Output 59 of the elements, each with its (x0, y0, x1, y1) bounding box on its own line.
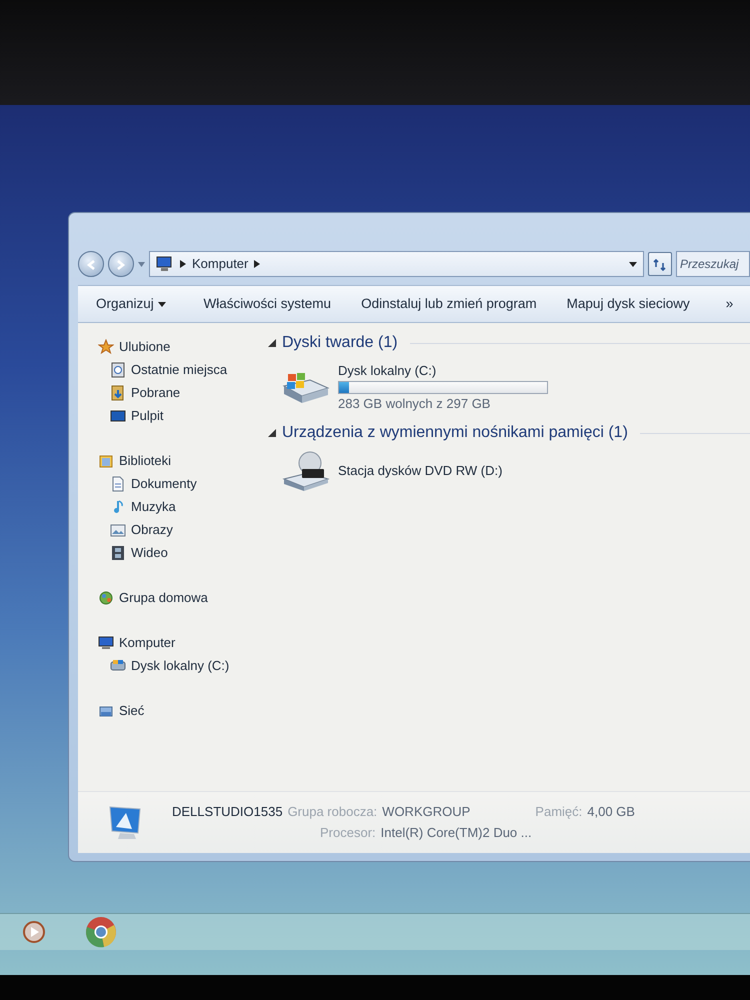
refresh-button[interactable] (648, 252, 672, 276)
free-space-text: 283 GB wolnych z 297 GB (338, 394, 492, 413)
nav-item[interactable]: Pobrane (98, 381, 260, 404)
address-bar[interactable]: Komputer (149, 251, 644, 277)
field-label: Grupa robocza: (288, 804, 378, 820)
toolbar-button[interactable]: Mapuj dysk sieciowy (558, 290, 698, 318)
clock-icon (110, 362, 126, 378)
library-icon (98, 452, 114, 468)
nav-item[interactable]: Ostatnie miejsca (98, 358, 260, 381)
download-folder-icon (110, 384, 126, 400)
collapse-triangle-icon[interactable] (268, 429, 276, 437)
film-icon (110, 544, 126, 560)
nav-item[interactable]: Obrazy (98, 518, 260, 541)
nav-item[interactable]: Wideo (98, 541, 260, 564)
star-icon (98, 338, 114, 354)
nav-item[interactable]: Sieć (98, 699, 260, 722)
computer-name: DELLSTUDIO1535 (172, 804, 283, 820)
field-label: Pamięć: (535, 804, 582, 820)
breadcrumb-arrow-icon (180, 260, 186, 268)
nav-item[interactable]: Biblioteki (98, 449, 260, 472)
back-button[interactable] (78, 251, 104, 277)
nav-item[interactable]: Ulubione (98, 335, 260, 358)
computer-icon (98, 634, 114, 650)
document-icon (110, 476, 126, 492)
nav-item[interactable]: Komputer (98, 631, 260, 654)
nav-item[interactable]: Dokumenty (98, 472, 260, 495)
toolbar-button[interactable]: Właściwości systemu (196, 290, 340, 318)
breadcrumb-item[interactable]: Komputer (192, 254, 248, 274)
refresh-arrows-icon (653, 258, 667, 272)
field-value: WORKGROUP (382, 804, 470, 820)
field-value: Intel(R) Core(TM)2 Duo ... (380, 824, 532, 842)
breadcrumb-arrow-icon (254, 260, 260, 268)
browser-icon[interactable] (84, 915, 118, 949)
field-label: Procesor: (320, 824, 376, 842)
nav-item[interactable]: Grupa domowa (98, 586, 260, 609)
drive-name[interactable]: Dysk lokalny (C:) (338, 361, 548, 380)
section-header[interactable]: Urządzenia z wymiennymi nośnikami pamięci (1) (268, 421, 750, 445)
caret-icon (158, 302, 166, 307)
monitor-icon (110, 408, 126, 424)
nav-item[interactable]: Muzyka (98, 495, 260, 518)
more-button[interactable]: » (718, 290, 742, 318)
homegroup-icon (98, 590, 114, 606)
toolbar-button[interactable]: Odinstaluj lub zmień program (353, 290, 545, 318)
drive-name[interactable]: Stacja dysków DVD RW (D:) (338, 461, 502, 481)
dvd-drive-icon (280, 451, 330, 491)
hard-drive-icon (280, 370, 330, 404)
search-field[interactable]: Przeszukaj (676, 251, 750, 277)
media-player-icon[interactable] (22, 920, 46, 944)
dropdown-caret-icon[interactable] (629, 262, 637, 266)
collapse-triangle-icon[interactable] (268, 339, 276, 347)
nav-item[interactable]: Dysk lokalny (C:) (98, 654, 260, 677)
field-value: 4,00 GB (587, 804, 635, 820)
nav-item[interactable]: Pulpit (98, 404, 260, 427)
drive-icon (110, 658, 126, 674)
forward-button[interactable] (108, 251, 134, 277)
computer-icon (156, 256, 174, 272)
organize-menu-button[interactable]: Organizuj (88, 290, 174, 318)
picture-icon (110, 522, 126, 538)
section-header[interactable]: Dyski twarde (1) (268, 331, 750, 355)
